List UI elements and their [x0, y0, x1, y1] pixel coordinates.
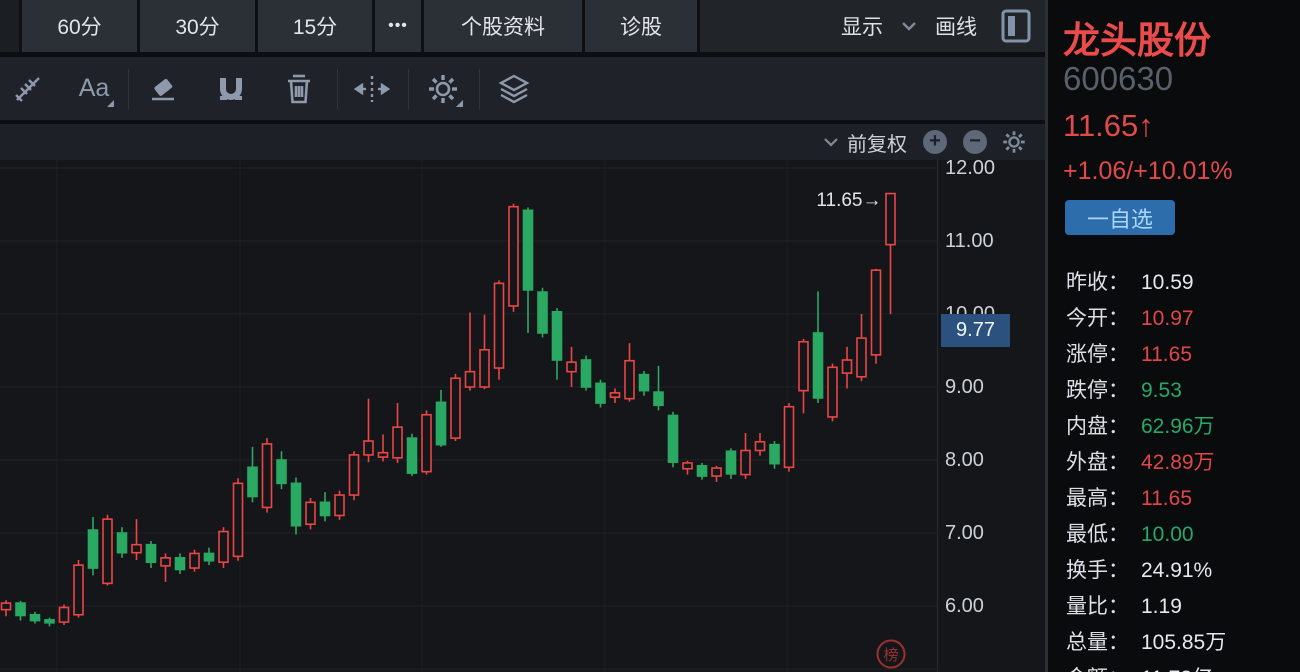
stat-label: 金额： — [1066, 661, 1129, 672]
stat-row-涨停: 涨停： 11.65 — [1048, 337, 1300, 373]
toolbar-separator — [408, 68, 409, 109]
stat-row-最高: 最高： 11.65 — [1048, 481, 1300, 517]
tab-15min[interactable]: 15分 — [258, 0, 375, 52]
magnet-tool-icon[interactable] — [209, 67, 253, 111]
eraser-tool-icon[interactable] — [141, 67, 185, 111]
stat-label: 今开： — [1066, 307, 1129, 330]
stat-value: 10.97 — [1141, 307, 1194, 330]
stat-row-内盘: 内盘： 62.96万 — [1048, 409, 1300, 445]
delete-tool-icon[interactable] — [277, 67, 321, 111]
tab-bar-left-strip — [0, 0, 22, 52]
stat-label: 总量： — [1066, 631, 1129, 654]
tab-30min[interactable]: 30分 — [140, 0, 258, 52]
axis-price-label: 8.00 — [945, 449, 984, 471]
quote-sidebar: 龙头股份 600630 11.65↑ +1.06/+10.01% 一自选 昨收：… — [1045, 0, 1300, 672]
stat-value: 24.91% — [1141, 559, 1213, 582]
stat-row-量比: 量比： 1.19 — [1048, 589, 1300, 625]
stat-value: 105.85万 — [1141, 631, 1227, 654]
remove-watchlist-button[interactable]: 一自选 — [1065, 200, 1175, 235]
stat-row-外盘: 外盘： 42.89万 — [1048, 445, 1300, 481]
period-tab-bar: 60分 30分 15分 ••• 个股资料 诊股 显示 画线 — [0, 0, 1045, 52]
stat-label: 内盘： — [1066, 415, 1129, 438]
stat-value: 9.53 — [1141, 379, 1182, 402]
up-arrow-icon: ↑ — [1138, 108, 1154, 143]
stat-value: 11.65 — [1141, 487, 1192, 510]
text-tool-icon[interactable]: Aa — [72, 67, 116, 111]
toolbar-separator — [128, 68, 129, 109]
stock-change: +1.06/+10.01% — [1063, 157, 1233, 185]
tab-stock-info[interactable]: 个股资料 — [424, 0, 585, 52]
stat-row-最低: 最低： 10.00 — [1048, 517, 1300, 553]
chevron-down-icon[interactable] — [901, 21, 917, 31]
stat-value: 11.78亿 — [1141, 661, 1213, 672]
toolbar-separator — [337, 68, 338, 109]
axis-price-label: 12.00 — [945, 157, 996, 179]
price-adjust-dropdown[interactable]: 前复权 — [847, 128, 907, 157]
stat-label: 外盘： — [1066, 451, 1129, 474]
stat-row-金额: 金额： 11.78亿 — [1048, 661, 1300, 672]
chart-settings-gear-icon[interactable] — [1001, 129, 1027, 155]
chevron-down-icon[interactable] — [823, 137, 839, 147]
stat-row-跌停: 跌停： 9.53 — [1048, 373, 1300, 409]
stock-price: 11.65↑ — [1063, 108, 1154, 143]
left-panel-layout-icon[interactable] — [1001, 9, 1031, 43]
stat-label: 量比： — [1066, 595, 1129, 618]
tab-more-periods[interactable]: ••• — [375, 0, 424, 52]
dropdown-corner — [456, 99, 463, 107]
drawing-toolbar: Aa — [0, 57, 1045, 120]
stock-name: 龙头股份 — [1063, 20, 1211, 61]
tab-60min[interactable]: 60分 — [22, 0, 140, 52]
zoom-out-button[interactable]: − — [963, 130, 987, 154]
axis-price-label: 9.00 — [945, 376, 984, 398]
stat-label: 跌停： — [1066, 379, 1129, 402]
stat-row-换手: 换手： 24.91% — [1048, 553, 1300, 589]
candlestick-chart: 11.65→榜 12.0011.0010.009.008.007.006.00 … — [0, 157, 1045, 672]
zoom-in-button[interactable]: + — [923, 130, 947, 154]
tab-diagnose[interactable]: 诊股 — [585, 0, 700, 52]
last-price-annotation: 11.65→ — [816, 190, 881, 211]
stat-value: 11.65 — [1141, 343, 1192, 366]
stat-label: 换手： — [1066, 559, 1129, 582]
stat-value: 10.00 — [1141, 523, 1194, 546]
bar-spacing-tool-icon[interactable] — [350, 67, 394, 111]
axis-price-label: 11.00 — [945, 230, 994, 252]
draw-line-menu[interactable]: 画线 — [935, 11, 977, 41]
toolbar-separator — [479, 68, 480, 109]
stock-code: 600630 — [1063, 60, 1174, 97]
stat-row-总量: 总量： 105.85万 — [1048, 625, 1300, 661]
price-axis[interactable]: 12.0011.0010.009.008.007.006.00 9.77 — [937, 157, 1045, 672]
trend-line-tool-icon[interactable] — [6, 67, 50, 111]
stock-app-window: 60分 30分 15分 ••• 个股资料 诊股 显示 画线 Aa 前复权 + −… — [0, 0, 1300, 672]
stat-row-今开: 今开： 10.97 — [1048, 301, 1300, 337]
chart-header-bar: 前复权 + − — [0, 124, 1045, 160]
stat-value: 1.19 — [1141, 595, 1182, 618]
axis-price-label: 6.00 — [945, 595, 984, 617]
quote-stats-list: 昨收： 10.59 今开： 10.97 涨停： 11.65 跌停： 9.53 内盘： 62.96万… — [1048, 265, 1300, 672]
stat-label: 昨收： — [1066, 271, 1129, 294]
layers-tool-icon[interactable] — [492, 67, 536, 111]
stat-value: 10.59 — [1141, 271, 1194, 294]
stat-value: 62.96万 — [1141, 415, 1215, 438]
settings-tool-icon[interactable] — [421, 67, 465, 111]
axis-price-label: 7.00 — [945, 522, 984, 544]
stat-label: 最高： — [1066, 487, 1129, 510]
stat-row-昨收: 昨收： 10.59 — [1048, 265, 1300, 301]
stat-label: 最低： — [1066, 523, 1129, 546]
stat-label: 涨停： — [1066, 343, 1129, 366]
display-menu[interactable]: 显示 — [841, 11, 883, 41]
crosshair-price-badge: 9.77 — [941, 314, 1010, 348]
dropdown-corner — [107, 99, 114, 107]
ranking-seal-stamp: 榜 — [883, 647, 898, 664]
stat-value: 42.89万 — [1141, 451, 1215, 474]
topbar-right-controls: 显示 画线 — [700, 0, 1045, 52]
chart-plot-area[interactable]: 11.65→ 榜 — [0, 160, 937, 672]
